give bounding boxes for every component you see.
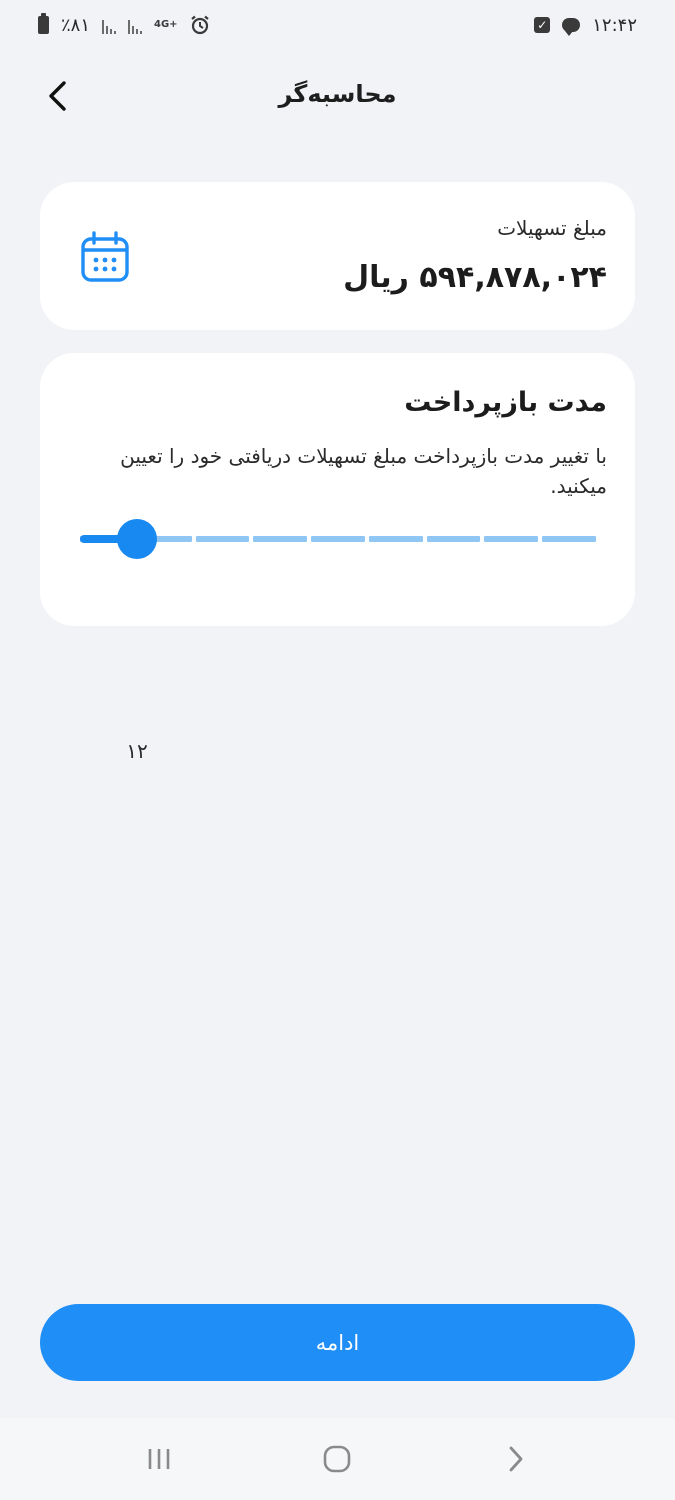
nav-back-button[interactable]: [491, 1434, 541, 1484]
alarm-icon: [190, 15, 209, 35]
slider-track-segment: [368, 536, 423, 542]
slider-thumb[interactable]: [117, 519, 157, 559]
slider-value-label: ۱۲: [126, 739, 148, 763]
clock: ۱۲:۴۲: [592, 14, 637, 36]
loan-amount-value: ۵۹۴,۸۷۸,۰۲۴ ریال: [343, 260, 607, 295]
slider-track-segment: [253, 536, 308, 542]
recent-apps-icon: [148, 1449, 170, 1469]
slider-track: [80, 536, 597, 542]
network-type: 4G+: [154, 19, 178, 30]
chat-notification-icon: [562, 18, 581, 36]
checkbox-notification-icon: ✓: [534, 17, 551, 33]
slider-track-segment: [426, 536, 481, 542]
slider-track-segment: [484, 536, 539, 542]
status-right: ✓ ۱۲:۴۲: [534, 15, 637, 36]
slider-track-segment: [542, 536, 597, 542]
home-icon: [324, 1445, 351, 1473]
calendar-icon[interactable]: [80, 230, 130, 284]
loan-amount-card: مبلغ تسهیلات ۵۹۴,۸۷۸,۰۲۴ ریال: [40, 182, 635, 330]
slider-track-segment: [195, 536, 250, 542]
loan-amount-label: مبلغ تسهیلات: [497, 216, 607, 240]
battery-icon: [38, 13, 49, 34]
battery-percent: ٪۸۱: [61, 14, 91, 36]
status-bar: ٪۸۱ 4G+ ✓ ۱۲:۴۲: [0, 0, 675, 50]
signal-icon-2: [128, 16, 143, 34]
back-icon: [509, 1446, 523, 1472]
slider-track-segment: [311, 536, 365, 542]
recent-apps-button[interactable]: [134, 1434, 184, 1484]
continue-button[interactable]: ادامه: [40, 1304, 635, 1381]
repayment-duration-title: مدت بازپرداخت: [404, 387, 607, 418]
repayment-duration-card: مدت بازپرداخت با تغییر مدت بازپرداخت مبل…: [40, 353, 635, 763]
signal-icon: [102, 16, 117, 34]
app-header: محاسبه‌گر: [0, 60, 675, 132]
repayment-duration-slider[interactable]: ۱۲: [80, 519, 597, 763]
page-title: محاسبه‌گر: [278, 80, 397, 108]
status-left: ٪۸۱ 4G+: [38, 13, 210, 36]
system-nav-bar: [0, 1418, 675, 1500]
home-button[interactable]: [312, 1434, 362, 1484]
repayment-duration-description: با تغییر مدت بازپرداخت مبلغ تسهیلات دریا…: [120, 444, 607, 498]
